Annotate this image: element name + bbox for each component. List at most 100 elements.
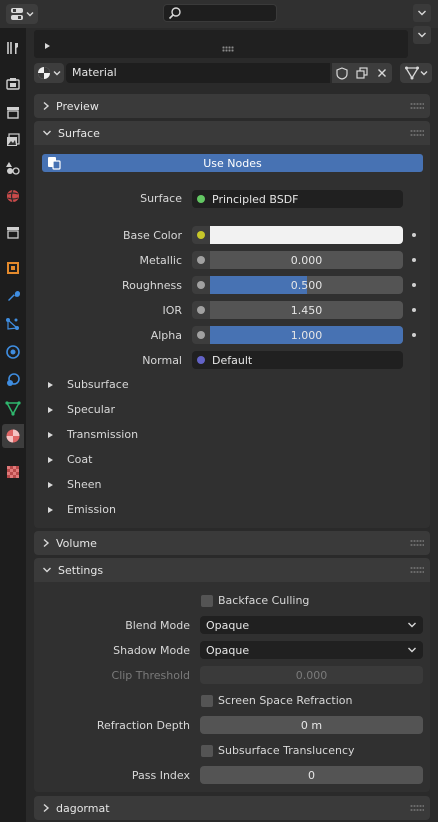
- blend-mode-dropdown[interactable]: Opaque: [200, 616, 423, 634]
- subpanel-sheen[interactable]: Sheen: [48, 478, 101, 491]
- normal-label: Normal: [142, 354, 182, 367]
- metallic-value: 0.000: [290, 253, 323, 267]
- camera-back-icon: [6, 78, 20, 90]
- duplicate-material-button[interactable]: [352, 63, 372, 83]
- keyframe-dot-icon[interactable]: [412, 333, 416, 337]
- output-tab[interactable]: [2, 100, 24, 124]
- screen-space-refraction-label: Screen Space Refraction: [218, 694, 353, 707]
- header-options-button[interactable]: [413, 4, 431, 22]
- panel-dagormat-header[interactable]: dagormat: [34, 796, 430, 820]
- socket-value-icon[interactable]: [192, 276, 210, 294]
- use-nodes-button[interactable]: Use Nodes: [42, 154, 423, 172]
- images-icon: [7, 133, 20, 146]
- refraction-depth-field[interactable]: 0 m: [200, 716, 423, 734]
- panel-surface-header[interactable]: Surface: [34, 121, 430, 145]
- physics-tab[interactable]: [2, 340, 24, 364]
- drag-grip-icon[interactable]: [410, 566, 424, 574]
- particles-tab[interactable]: [2, 312, 24, 336]
- box-icon: [7, 227, 19, 239]
- panel-title: Preview: [56, 99, 99, 113]
- properties-editor-icon: [11, 8, 23, 20]
- subpanel-coat[interactable]: Coat: [48, 453, 92, 466]
- drag-grip-icon[interactable]: [410, 539, 424, 547]
- subpanel-label: Coat: [67, 453, 93, 466]
- ior-label: IOR: [162, 304, 182, 317]
- keyframe-dot-icon[interactable]: [412, 283, 416, 287]
- physics-orbit-icon: [6, 345, 20, 359]
- material-tab[interactable]: [2, 424, 24, 448]
- scene-shapes-icon: [6, 162, 20, 175]
- duplicate-icon: [356, 67, 368, 79]
- blend-mode-value: Opaque: [206, 618, 250, 632]
- drag-grip-icon[interactable]: [410, 102, 424, 110]
- backface-culling-label: Backface Culling: [218, 594, 310, 607]
- panel-preview-header[interactable]: Preview: [34, 94, 430, 118]
- search-icon: [168, 7, 181, 20]
- subpanel-emission[interactable]: Emission: [48, 503, 116, 516]
- drag-grip-icon[interactable]: [410, 804, 424, 812]
- expand-arrow-icon: [48, 406, 53, 413]
- material-name-field[interactable]: Material: [66, 63, 330, 83]
- subpanel-transmission[interactable]: Transmission: [48, 428, 138, 441]
- pass-index-value: 0: [308, 768, 315, 782]
- modifiers-tab[interactable]: [2, 284, 24, 308]
- properties-tab-strip: [0, 28, 26, 822]
- data-tab[interactable]: [2, 396, 24, 420]
- collection-tab[interactable]: [2, 220, 24, 244]
- panel-volume-header[interactable]: Volume: [34, 531, 430, 555]
- scene-tab[interactable]: [2, 156, 24, 180]
- material-browse-button[interactable]: [34, 63, 64, 83]
- panel-title: dagormat: [56, 801, 110, 815]
- fake-user-button[interactable]: [332, 63, 352, 83]
- view-layer-tab[interactable]: [2, 128, 24, 152]
- node-link-type-button[interactable]: [400, 63, 432, 83]
- base-color-label: Base Color: [122, 229, 182, 242]
- editor-type-button[interactable]: [6, 4, 38, 24]
- world-tab[interactable]: [2, 184, 24, 208]
- panel-settings-header[interactable]: Settings: [34, 558, 430, 582]
- surface-shader-field[interactable]: Principled BSDF: [192, 190, 403, 208]
- drag-grip-icon[interactable]: [410, 129, 424, 137]
- material-sphere-icon: [38, 67, 50, 79]
- subpanel-specular[interactable]: Specular: [48, 403, 115, 416]
- chevron-down-icon: [418, 32, 426, 38]
- material-slot-list[interactable]: [34, 30, 408, 58]
- metallic-slider[interactable]: 0.000: [210, 251, 403, 269]
- socket-value-icon[interactable]: [192, 251, 210, 269]
- constraints-tab[interactable]: [2, 368, 24, 392]
- keyframe-dot-icon[interactable]: [412, 308, 416, 312]
- shadow-mode-dropdown[interactable]: Opaque: [200, 641, 423, 659]
- unlink-material-button[interactable]: [372, 63, 392, 83]
- texture-tab[interactable]: [2, 460, 24, 484]
- screen-space-refraction-checkbox[interactable]: Screen Space Refraction: [201, 694, 353, 707]
- subpanel-subsurface[interactable]: Subsurface: [48, 378, 129, 391]
- backface-culling-checkbox[interactable]: Backface Culling: [201, 594, 309, 607]
- chevron-right-icon: [43, 803, 50, 813]
- keyframe-dot-icon[interactable]: [412, 233, 416, 237]
- resize-grip-icon[interactable]: [222, 46, 234, 52]
- socket-value-icon[interactable]: [192, 326, 210, 344]
- base-color-swatch[interactable]: [210, 226, 403, 244]
- socket-value-icon[interactable]: [192, 301, 210, 319]
- socket-color-icon[interactable]: [192, 226, 210, 244]
- subsurface-translucency-checkbox[interactable]: Subsurface Translucency: [201, 744, 355, 757]
- blend-mode-label: Blend Mode: [125, 619, 190, 632]
- orange-square-icon: [7, 262, 19, 274]
- roughness-slider[interactable]: 0.500: [210, 276, 403, 294]
- checkbox-box: [201, 594, 213, 607]
- chevron-down-icon: [43, 567, 51, 573]
- search-input[interactable]: [163, 4, 277, 22]
- mesh-triangle-icon: [5, 401, 21, 416]
- normal-field[interactable]: Default: [192, 351, 403, 369]
- alpha-slider[interactable]: 1.000: [210, 326, 403, 344]
- pass-index-field[interactable]: 0: [200, 766, 423, 784]
- collapse-chevron-button[interactable]: [413, 26, 431, 44]
- tool-tab[interactable]: [2, 36, 24, 60]
- panel-title: Surface: [58, 126, 100, 140]
- node-editor-icon: [48, 157, 61, 170]
- render-tab[interactable]: [2, 72, 24, 96]
- object-tab[interactable]: [2, 256, 24, 280]
- keyframe-dot-icon[interactable]: [412, 258, 416, 262]
- clip-threshold-field[interactable]: 0.000: [200, 666, 423, 684]
- ior-field[interactable]: 1.450: [210, 301, 403, 319]
